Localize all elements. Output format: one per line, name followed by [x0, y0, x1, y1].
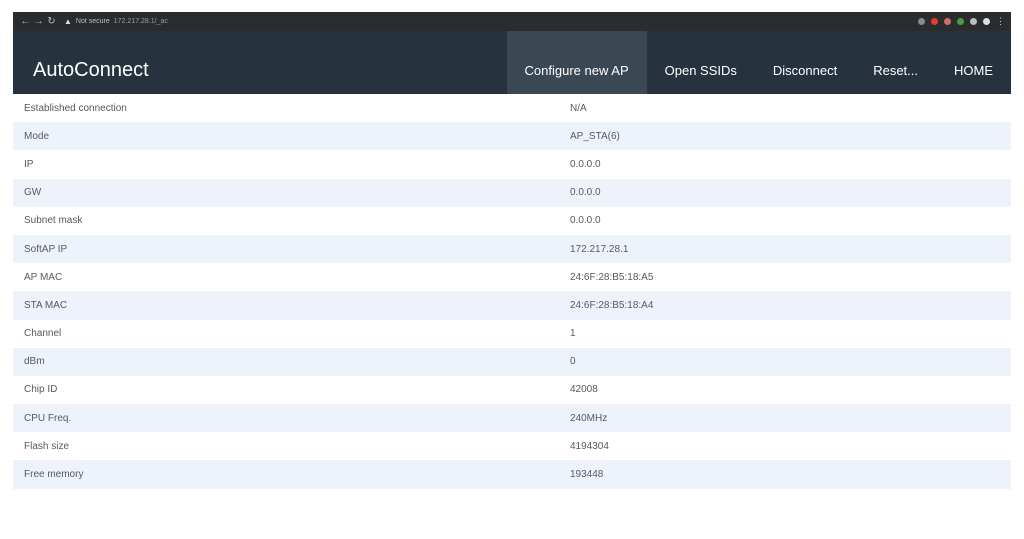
table-row: GW 0.0.0.0	[13, 178, 1011, 207]
warning-icon: ▲	[64, 17, 72, 26]
row-key: Free memory	[13, 460, 570, 489]
table-row: Flash size 4194304	[13, 432, 1011, 461]
row-value: 24:6F:28:B5:18:A5	[570, 263, 1011, 292]
row-key: dBm	[13, 347, 570, 376]
table-row: dBm 0	[13, 347, 1011, 376]
table-row: IP 0.0.0.0	[13, 150, 1011, 179]
nav-reset[interactable]: Reset...	[855, 31, 936, 94]
extension-icon[interactable]	[944, 18, 951, 25]
table-row: Chip ID 42008	[13, 375, 1011, 405]
row-value: 42008	[570, 375, 1011, 405]
table-row: Mode AP_STA(6)	[13, 122, 1011, 151]
row-key: Subnet mask	[13, 206, 570, 235]
row-value: 4194304	[570, 432, 1011, 461]
status-table: Established connection N/A Mode AP_STA(6) …	[13, 94, 1011, 489]
nav-configure-new-ap[interactable]: Configure new AP	[506, 31, 647, 94]
reload-icon[interactable]: ↻	[45, 16, 58, 27]
row-key: STA MAC	[13, 291, 570, 320]
row-key: Chip ID	[13, 375, 570, 405]
table-row: Established connection N/A	[13, 94, 1011, 123]
row-key: CPU Freq.	[13, 404, 570, 433]
table-row: AP MAC 24:6F:28:B5:18:A5	[13, 263, 1011, 292]
forward-icon[interactable]: →	[32, 16, 45, 27]
table-row: SoftAP IP 172.217.28.1	[13, 234, 1011, 264]
table-row: STA MAC 24:6F:28:B5:18:A4	[13, 291, 1011, 320]
row-value: AP_STA(6)	[570, 122, 1011, 151]
address-bar[interactable]: ▲ Not secure 172.217.28.1/_ac	[64, 17, 168, 26]
row-key: Mode	[13, 122, 570, 151]
row-value: 1	[570, 319, 1011, 348]
extension-icon[interactable]	[931, 18, 938, 25]
row-key: Established connection	[13, 94, 570, 123]
app-header: AutoConnect Configure new AP Open SSIDs …	[13, 31, 1011, 94]
top-nav: Configure new AP Open SSIDs Disconnect R…	[506, 31, 1011, 94]
row-value: 172.217.28.1	[570, 234, 1011, 264]
row-key: AP MAC	[13, 263, 570, 292]
security-label: Not secure	[75, 18, 110, 25]
table-row: Subnet mask 0.0.0.0	[13, 206, 1011, 235]
row-value: 240MHz	[570, 404, 1011, 433]
table-row: Channel 1	[13, 319, 1011, 348]
row-value: 24:6F:28:B5:18:A4	[570, 291, 1011, 320]
row-value: 193448	[570, 460, 1011, 489]
row-value: 0.0.0.0	[570, 206, 1011, 235]
row-key: Flash size	[13, 432, 570, 461]
nav-open-ssids[interactable]: Open SSIDs	[647, 31, 755, 94]
brand-title: AutoConnect	[33, 59, 149, 81]
row-key: GW	[13, 178, 570, 207]
row-value: 0.0.0.0	[570, 178, 1011, 207]
row-key: Channel	[13, 319, 570, 348]
row-value: 0.0.0.0	[570, 150, 1011, 179]
url-text: 172.217.28.1/_ac	[113, 18, 168, 25]
row-key: SoftAP IP	[13, 234, 570, 264]
table-row: Free memory 193448	[13, 460, 1011, 489]
star-icon[interactable]	[918, 18, 925, 25]
row-value: 0	[570, 347, 1011, 376]
extension-icon[interactable]	[957, 18, 964, 25]
row-key: IP	[13, 150, 570, 179]
browser-toolbar: ← → ↻ ▲ Not secure 172.217.28.1/_ac ⋮	[13, 12, 1011, 31]
puzzle-icon[interactable]	[970, 18, 977, 25]
row-value: N/A	[570, 94, 1011, 123]
profile-icon[interactable]	[983, 18, 990, 25]
nav-disconnect[interactable]: Disconnect	[755, 31, 855, 94]
kebab-menu-icon[interactable]: ⋮	[996, 16, 1005, 27]
nav-home[interactable]: HOME	[936, 31, 1011, 94]
browser-window: ← → ↻ ▲ Not secure 172.217.28.1/_ac ⋮ Au…	[13, 12, 1011, 489]
table-row: CPU Freq. 240MHz	[13, 404, 1011, 433]
back-icon[interactable]: ←	[19, 16, 32, 27]
